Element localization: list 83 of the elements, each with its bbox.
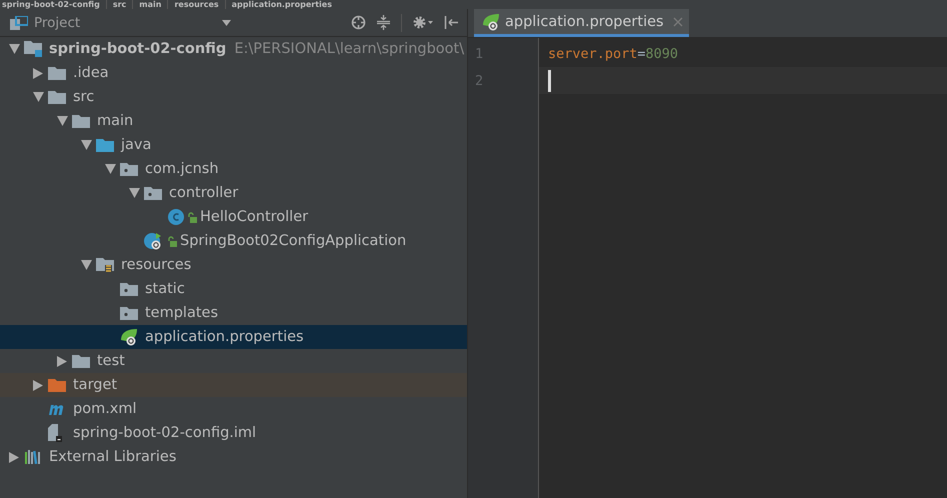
collapse-all-icon[interactable] [376, 15, 391, 30]
module-folder-icon [24, 40, 44, 58]
tree-item-label: application.properties [145, 329, 304, 345]
tree-item-label: External Libraries [49, 449, 176, 465]
module-file-icon [48, 424, 62, 442]
spring-leaf-icon [120, 328, 140, 346]
tree-item-label: spring-boot-02-config [49, 41, 226, 57]
folder-icon [72, 354, 90, 368]
tree-item-label: HelloController [200, 209, 308, 225]
breadcrumb-item[interactable]: application.properties [232, 0, 332, 9]
tree-item[interactable]: templates [0, 301, 467, 325]
hide-panel-icon[interactable] [444, 15, 459, 30]
tree-item-label: java [121, 137, 152, 153]
tree-item[interactable]: spring-boot-02-config.iml [0, 421, 467, 445]
code-line: server.port=8090 [548, 46, 678, 62]
library-books-icon [24, 450, 42, 464]
expanded-arrow-icon[interactable] [56, 116, 68, 126]
tree-item[interactable]: pom.xml [0, 397, 467, 421]
expanded-arrow-icon[interactable] [128, 188, 140, 198]
tree-item-label: static [145, 281, 185, 297]
expanded-arrow-icon[interactable] [8, 44, 20, 54]
collapsed-arrow-icon[interactable] [57, 356, 67, 366]
settings-icon[interactable] [412, 15, 434, 30]
tree-item[interactable]: spring-boot-02-config E:\PERSIONAL\learn\springboot\ [0, 37, 467, 61]
package-folder-icon [120, 162, 138, 176]
tree-item[interactable]: java [0, 133, 467, 157]
package-folder-icon [120, 282, 138, 296]
crosshair-icon[interactable] [351, 15, 366, 30]
panel-title: Project [34, 14, 80, 30]
tree-item[interactable]: target [0, 373, 467, 397]
breadcrumb-item[interactable]: resources [174, 0, 219, 9]
tree-item-label: resources [121, 257, 192, 273]
unlock-icon [187, 212, 197, 222]
collapsed-arrow-icon[interactable] [33, 68, 43, 78]
tree-item-label: com.jcnsh [145, 161, 219, 177]
tree-item-label: SpringBoot02ConfigApplication [180, 233, 406, 249]
tree-item-label: target [73, 377, 118, 393]
expanded-arrow-icon[interactable] [80, 260, 92, 270]
tree-item-label: spring-boot-02-config.iml [73, 425, 256, 441]
tree-item[interactable]: resources [0, 253, 467, 277]
tree-item[interactable]: .idea [0, 61, 467, 85]
tree-item-label: main [97, 113, 134, 129]
tree-item-label: src [73, 89, 94, 105]
collapsed-arrow-icon[interactable] [33, 380, 43, 390]
project-path: E:\PERSIONAL\learn\springboot\ [234, 41, 464, 57]
tree-item-label: test [97, 353, 125, 369]
expanded-arrow-icon[interactable] [80, 140, 92, 150]
project-panel-icon [10, 16, 28, 30]
editor-tab[interactable]: application.properties [474, 9, 689, 37]
folder-icon [96, 138, 114, 152]
expanded-arrow-icon[interactable] [32, 92, 44, 102]
breadcrumb-item[interactable]: spring-boot-02-config [2, 0, 100, 9]
tree-item[interactable]: controller [0, 181, 467, 205]
tree-item[interactable]: HelloController [0, 205, 467, 229]
class-icon [168, 209, 184, 225]
package-folder-icon [144, 186, 162, 200]
package-folder-icon [120, 306, 138, 320]
caret-icon[interactable] [222, 20, 231, 26]
tree-item[interactable]: test [0, 349, 467, 373]
tree-item[interactable]: com.jcnsh [0, 157, 467, 181]
expanded-arrow-icon[interactable] [104, 164, 116, 174]
folder-icon [48, 378, 66, 392]
tree-item-label: controller [169, 185, 238, 201]
resources-folder-icon [96, 257, 114, 273]
breadcrumb-item[interactable]: main [139, 0, 162, 9]
text-cursor [548, 70, 551, 92]
collapsed-arrow-icon[interactable] [9, 452, 19, 462]
tree-item-label: .idea [73, 65, 109, 81]
tree-item[interactable]: src [0, 85, 467, 109]
unlock-icon [167, 236, 177, 246]
tree-item[interactable]: application.properties [0, 325, 467, 349]
folder-icon [48, 66, 66, 80]
tree-item-label: templates [145, 305, 218, 321]
folder-icon [72, 114, 90, 128]
tree-item-label: pom.xml [73, 401, 137, 417]
folder-icon [48, 90, 66, 104]
tree-item[interactable]: SpringBoot02ConfigApplication [0, 229, 467, 253]
tree-item[interactable]: static [0, 277, 467, 301]
tree-item[interactable]: External Libraries [0, 445, 467, 469]
breadcrumb-item[interactable]: src [112, 0, 126, 9]
maven-m-icon [48, 402, 66, 416]
tree-item[interactable]: main [0, 109, 467, 133]
spring-leaf-icon [482, 12, 502, 30]
